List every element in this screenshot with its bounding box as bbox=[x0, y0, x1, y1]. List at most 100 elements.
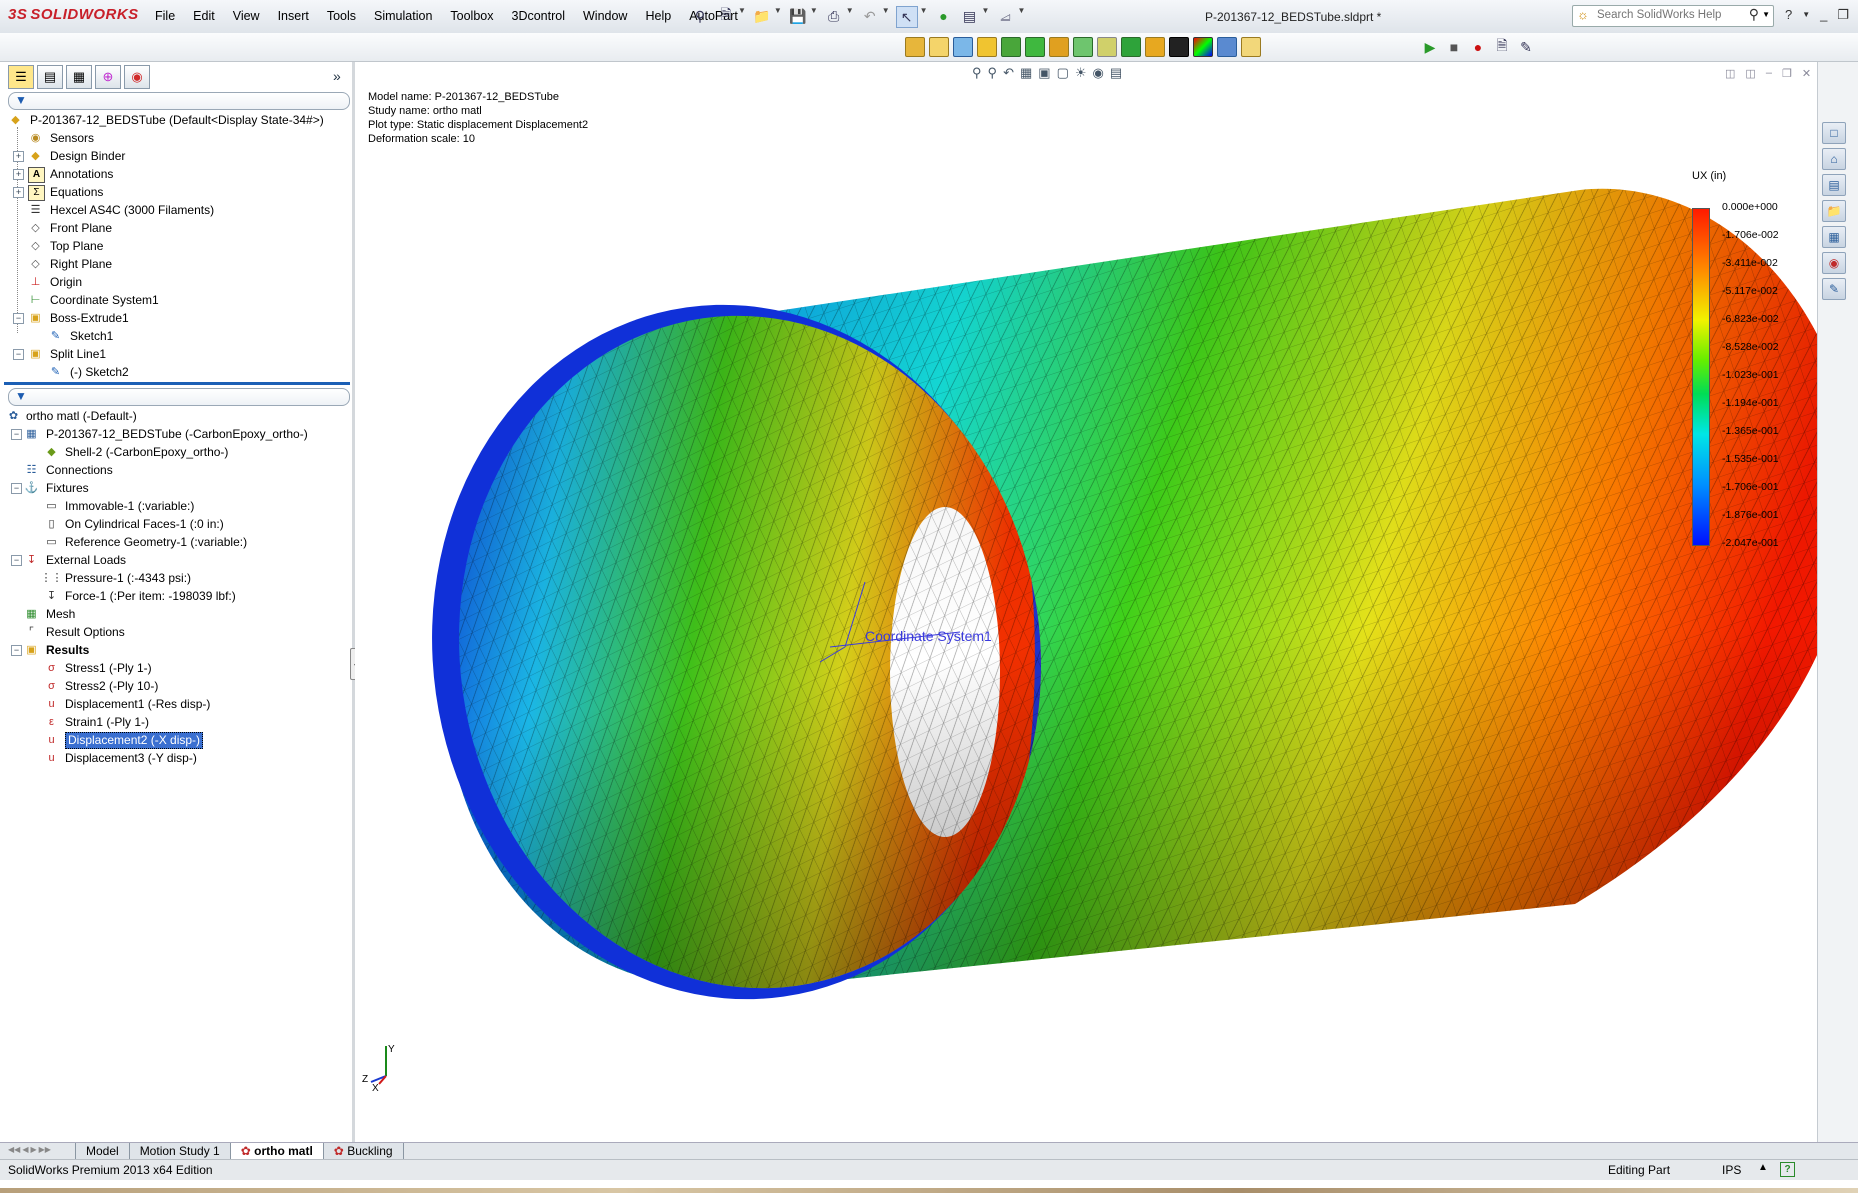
fixture-icon[interactable] bbox=[953, 37, 973, 57]
deformed-result-icon[interactable] bbox=[1097, 37, 1117, 57]
home-icon[interactable]: ⌂ bbox=[1822, 148, 1846, 170]
menu-toolbox[interactable]: Toolbox bbox=[441, 9, 502, 23]
connections-icon[interactable] bbox=[1001, 37, 1021, 57]
legend-value: -1.365e-001 bbox=[1722, 425, 1779, 437]
collapse-icon[interactable]: − bbox=[11, 645, 22, 656]
run-icon[interactable] bbox=[1049, 37, 1069, 57]
prev-tab-icon[interactable]: ◀ bbox=[22, 1145, 28, 1154]
apply-material-icon[interactable] bbox=[929, 37, 949, 57]
chevron-down-icon[interactable]: ▼ bbox=[920, 6, 928, 28]
undo-icon[interactable]: ↶ bbox=[860, 6, 880, 26]
material-icon: ☰ bbox=[30, 204, 41, 216]
chevron-down-icon[interactable]: ▼ bbox=[1762, 10, 1770, 19]
collapse-icon[interactable]: − bbox=[11, 483, 22, 494]
help-question-icon[interactable]: ? bbox=[1785, 7, 1792, 23]
legend-color-icon[interactable] bbox=[1193, 37, 1213, 57]
report-icon[interactable] bbox=[1241, 37, 1261, 57]
menu-3dcontrol[interactable]: 3Dcontrol bbox=[503, 9, 575, 23]
minimize-icon[interactable]: _ bbox=[1820, 7, 1827, 23]
menu-insert[interactable]: Insert bbox=[269, 9, 318, 23]
property-manager-tab[interactable]: ▤ bbox=[37, 65, 63, 89]
display-manager-tab[interactable]: ◉ bbox=[124, 65, 150, 89]
play-icon[interactable]: ▶ bbox=[1420, 37, 1440, 57]
view-palette-icon[interactable]: ▦ bbox=[1822, 226, 1846, 248]
menu-simulation[interactable]: Simulation bbox=[365, 9, 441, 23]
rebuild-icon[interactable]: ● bbox=[934, 6, 954, 26]
tab-model[interactable]: Model bbox=[75, 1143, 130, 1160]
chevron-down-icon[interactable]: ▼ bbox=[982, 6, 990, 28]
main-menu: File Edit View Insert Tools Simulation T… bbox=[146, 9, 747, 23]
collapse-icon[interactable]: − bbox=[13, 313, 24, 324]
tab-ortho-matl[interactable]: ✿ ortho matl bbox=[229, 1143, 324, 1160]
save-report-icon[interactable]: 🗎 bbox=[1492, 37, 1512, 57]
chevron-down-icon[interactable]: ▼ bbox=[882, 6, 890, 28]
collapse-icon[interactable]: − bbox=[13, 349, 24, 360]
chevron-down-icon[interactable]: ▼ bbox=[846, 6, 854, 28]
print-icon[interactable]: ⎙ bbox=[824, 6, 844, 26]
chevron-down-icon[interactable]: ▼ bbox=[774, 6, 782, 28]
expand-icon[interactable]: + bbox=[13, 169, 24, 180]
last-tab-icon[interactable]: ▶▶ bbox=[39, 1145, 51, 1154]
search-icon[interactable]: ⚲ bbox=[1749, 6, 1759, 23]
load-icon[interactable] bbox=[977, 37, 997, 57]
plot-tools-icon[interactable] bbox=[1145, 37, 1165, 57]
results-advisor-icon[interactable] bbox=[1073, 37, 1093, 57]
solidworks-resources-icon[interactable]: □ bbox=[1822, 122, 1846, 144]
record-icon[interactable]: ● bbox=[1468, 37, 1488, 57]
pin-icon[interactable]: ⚲ bbox=[690, 6, 710, 26]
options-filter-icon[interactable]: ⧡ bbox=[995, 6, 1015, 26]
study-tree-filter[interactable]: ▼ bbox=[8, 388, 350, 406]
menu-tools[interactable]: Tools bbox=[318, 9, 365, 23]
compare-results-icon[interactable] bbox=[1121, 37, 1141, 57]
feature-tree-filter[interactable]: ▼ bbox=[8, 92, 350, 110]
save-icon[interactable]: 💾 bbox=[788, 6, 808, 26]
menu-view[interactable]: View bbox=[224, 9, 269, 23]
legend-color-bar[interactable] bbox=[1692, 208, 1710, 546]
tab-motion-study-1[interactable]: Motion Study 1 bbox=[128, 1143, 231, 1160]
menu-help[interactable]: Help bbox=[636, 9, 680, 23]
unit-system[interactable]: IPS bbox=[1722, 1163, 1741, 1177]
appearances-icon[interactable]: ◉ bbox=[1822, 252, 1846, 274]
report-color-icon[interactable] bbox=[1169, 37, 1189, 57]
next-tab-icon[interactable]: ▶ bbox=[30, 1145, 36, 1154]
menu-edit[interactable]: Edit bbox=[184, 9, 224, 23]
stop-icon[interactable]: ■ bbox=[1444, 37, 1464, 57]
chevron-down-icon[interactable]: ▼ bbox=[738, 6, 746, 28]
custom-properties-icon[interactable]: ✎ bbox=[1822, 278, 1846, 300]
file-explorer-icon[interactable]: 📁 bbox=[1822, 200, 1846, 222]
design-library-icon[interactable]: ▤ bbox=[1822, 174, 1846, 196]
quick-help-icon[interactable]: ? bbox=[1780, 1162, 1795, 1177]
dimxpert-tab[interactable]: ⊕ bbox=[95, 65, 121, 89]
expand-panel-icon[interactable]: » bbox=[333, 68, 341, 84]
file-properties-icon[interactable]: ▤ bbox=[960, 6, 980, 26]
chevron-up-icon[interactable]: ▲ bbox=[1758, 1162, 1768, 1173]
chevron-down-icon[interactable]: ▼ bbox=[1017, 6, 1025, 28]
equations-icon: Σ bbox=[28, 185, 45, 201]
design-study-icon[interactable] bbox=[1217, 37, 1237, 57]
configuration-manager-tab[interactable]: ▦ bbox=[66, 65, 92, 89]
mesh-icon[interactable] bbox=[1025, 37, 1045, 57]
tree-item-label: Shell-2 (-CarbonEpoxy_ortho-) bbox=[65, 445, 229, 459]
feature-manager-tab[interactable]: ☰ bbox=[8, 65, 34, 89]
expand-icon[interactable]: + bbox=[13, 151, 24, 162]
help-search-input[interactable] bbox=[1595, 8, 1749, 22]
graphics-area[interactable]: ⚲ ⚲ ↶ ▦ ▣ ▢ ☀ ◉ ▤ ◫ ◫ – ❐ ✕ Model name: … bbox=[355, 62, 1817, 1142]
chevron-down-icon[interactable]: ▼ bbox=[1802, 10, 1810, 23]
panel-splitter[interactable] bbox=[4, 382, 350, 385]
select-arrow-icon[interactable]: ↖ bbox=[895, 6, 918, 28]
restore-icon[interactable]: ❐ bbox=[1837, 7, 1849, 23]
expand-icon[interactable]: + bbox=[13, 187, 24, 198]
open-folder-icon[interactable]: 📁 bbox=[752, 6, 772, 26]
chevron-down-icon[interactable]: ▼ bbox=[810, 6, 818, 28]
solidworks-logo[interactable]: 3S SOLIDWORKS bbox=[8, 6, 139, 23]
collapse-icon[interactable]: − bbox=[11, 555, 22, 566]
new-document-icon[interactable]: 🗎 bbox=[716, 6, 736, 26]
tab-buckling[interactable]: ✿ Buckling bbox=[322, 1143, 404, 1160]
menu-file[interactable]: File bbox=[146, 9, 184, 23]
first-tab-icon[interactable]: ◀◀ bbox=[8, 1145, 20, 1154]
menu-window[interactable]: Window bbox=[574, 9, 636, 23]
collapse-icon[interactable]: − bbox=[11, 429, 22, 440]
study-icon[interactable] bbox=[905, 37, 925, 57]
help-search-box[interactable]: ☼ ⚲ ▼ bbox=[1572, 5, 1774, 27]
edit-report-icon[interactable]: ✎ bbox=[1516, 37, 1536, 57]
